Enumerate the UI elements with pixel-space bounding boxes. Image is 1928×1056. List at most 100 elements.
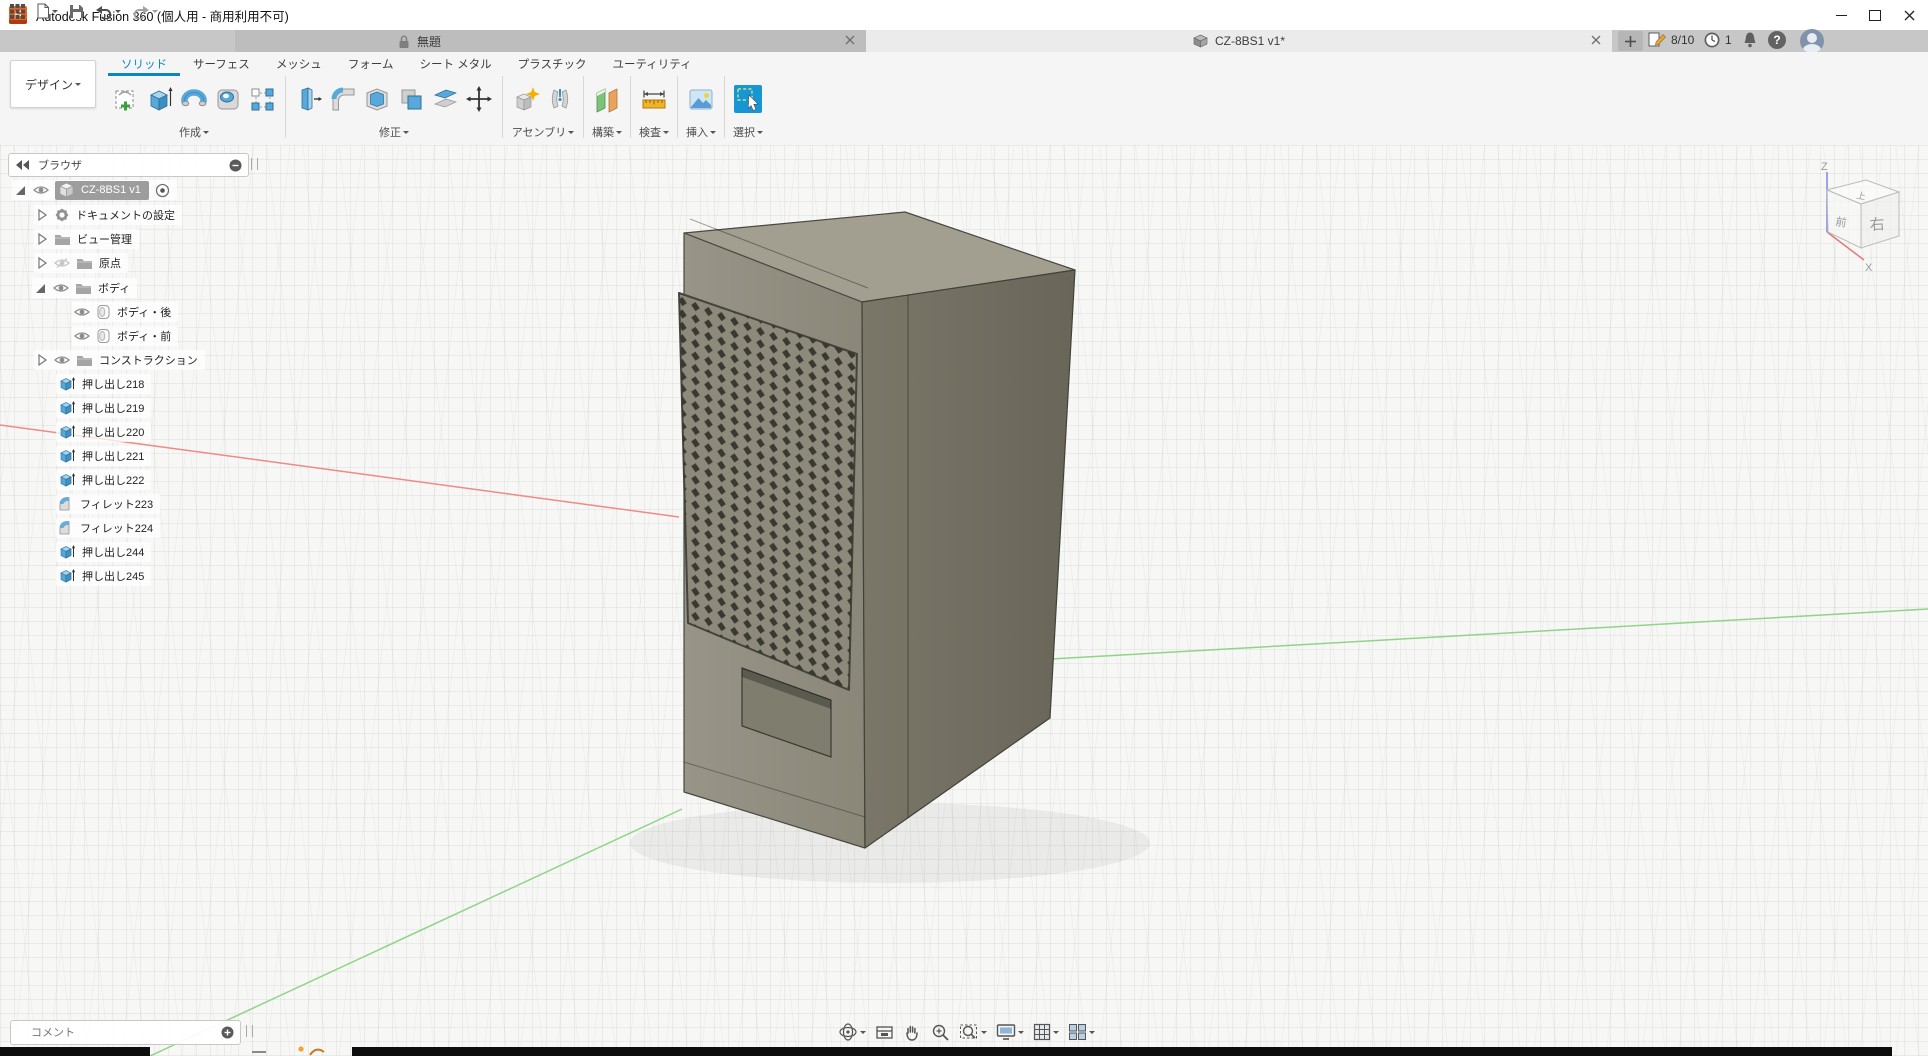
feature-item-extrude[interactable]: 押し出し221 (0, 446, 151, 466)
fit-button[interactable] (959, 1023, 987, 1042)
select-button[interactable] (731, 76, 765, 122)
create-sketch-button[interactable] (109, 76, 143, 122)
construction-plane-button[interactable] (590, 76, 624, 122)
tab-surface[interactable]: サーフェス (180, 54, 263, 76)
help-button[interactable]: ? (1768, 31, 1786, 49)
visibility-eye-icon[interactable] (33, 184, 49, 196)
timeline-bar[interactable] (352, 1047, 1892, 1056)
look-at-button[interactable] (875, 1024, 894, 1041)
display-settings-button[interactable] (996, 1023, 1024, 1041)
pattern-button[interactable] (245, 76, 279, 122)
collapsed-arrow-icon[interactable] (36, 353, 48, 367)
combine-button[interactable] (394, 76, 428, 122)
tab-form[interactable]: フォーム (335, 54, 407, 76)
tab-plastic[interactable]: プラスチック (505, 54, 600, 76)
comment-bar[interactable] (10, 1020, 241, 1045)
close-tab-button[interactable] (1591, 34, 1601, 48)
document-tab-untitled[interactable]: 無題 (235, 30, 866, 52)
comment-input[interactable] (11, 1026, 221, 1040)
new-tab-button[interactable] (1618, 31, 1643, 51)
visibility-eye-off-icon[interactable] (54, 257, 70, 269)
feature-item-extrude[interactable]: 押し出し244 (0, 542, 151, 562)
feature-item-extrude[interactable]: 押し出し218 (0, 374, 151, 394)
save-button[interactable] (67, 4, 86, 19)
undo-button[interactable] (93, 4, 123, 19)
feature-item-extrude[interactable]: 押し出し220 (0, 422, 151, 442)
document-tab-active[interactable]: CZ-8BS1 v1* (866, 30, 1612, 52)
create-menu[interactable]: 作成 (179, 124, 209, 140)
job-status-indicator[interactable]: 1 (1703, 31, 1732, 49)
timeline-feature-icons[interactable] (248, 1046, 348, 1056)
press-pull-button[interactable] (292, 76, 326, 122)
modify-menu[interactable]: 修正 (379, 124, 409, 140)
workspace-selector[interactable]: デザイン (10, 60, 96, 108)
visibility-eye-icon[interactable] (53, 282, 69, 294)
browser-item-body-front[interactable]: ボディ・前 (0, 326, 178, 346)
browser-item-origin[interactable]: 原点 (0, 253, 128, 273)
browser-item-component-root[interactable]: CZ-8BS1 v1 (0, 180, 177, 200)
insert-button[interactable] (684, 76, 718, 122)
browser-item-bodies-folder[interactable]: ボディ (0, 278, 137, 298)
tab-utilities[interactable]: ユーティリティ (599, 54, 704, 76)
browser-panel-header[interactable]: ブラウザ (8, 153, 249, 177)
fillet-button[interactable] (326, 76, 360, 122)
revolve-button[interactable] (177, 76, 211, 122)
tab-sheet-metal[interactable]: シート メタル (406, 54, 504, 76)
browser-item-construction[interactable]: コンストラクション (0, 350, 205, 370)
visibility-eye-icon[interactable] (74, 330, 90, 342)
assembly-menu[interactable]: アセンブリ (512, 124, 574, 140)
browser-resize-handle[interactable] (251, 158, 258, 170)
close-window-button[interactable] (1892, 0, 1926, 30)
add-comment-icon[interactable] (221, 1026, 234, 1039)
tab-solid[interactable]: ソリッド (108, 54, 180, 76)
measure-button[interactable] (637, 76, 671, 122)
construct-menu[interactable]: 構築 (592, 124, 622, 140)
collapsed-arrow-icon[interactable] (36, 256, 48, 270)
collapsed-arrow-icon[interactable] (36, 208, 48, 222)
shell-button[interactable] (360, 76, 394, 122)
app-grid-menu-button[interactable] (8, 4, 27, 19)
feature-item-extrude[interactable]: 押し出し245 (0, 566, 151, 586)
offset-face-button[interactable] (428, 76, 462, 122)
activate-radio-icon[interactable] (155, 183, 170, 198)
account-avatar[interactable] (1800, 29, 1824, 53)
tab-mesh[interactable]: メッシュ (263, 54, 335, 76)
extrude-button[interactable] (143, 76, 177, 122)
model-3d[interactable] (0, 145, 1928, 1056)
move-copy-button[interactable] (462, 76, 496, 122)
comment-bar-handle[interactable] (246, 1025, 253, 1037)
feature-item-fillet[interactable]: フィレット224 (0, 518, 160, 538)
zoom-button[interactable] (931, 1023, 950, 1042)
feature-item-fillet[interactable]: フィレット223 (0, 494, 160, 514)
grid-snap-button[interactable] (1033, 1023, 1059, 1041)
expanded-arrow-icon[interactable] (14, 184, 27, 197)
pan-button[interactable] (903, 1023, 922, 1042)
joint-button[interactable] (543, 76, 577, 122)
browser-item-named-views[interactable]: ビュー管理 (0, 229, 139, 249)
minimize-button[interactable] (1824, 0, 1858, 30)
collapsed-arrow-icon[interactable] (36, 232, 48, 246)
view-cube[interactable]: Z X 上 前 右 (1780, 160, 1928, 290)
maximize-button[interactable] (1858, 0, 1892, 30)
notifications-button[interactable] (1742, 31, 1758, 49)
expanded-arrow-icon[interactable] (34, 282, 47, 295)
visibility-eye-icon[interactable] (74, 306, 90, 318)
feature-item-extrude[interactable]: 押し出し219 (0, 398, 151, 418)
browser-item-body-rear[interactable]: ボディ・後 (0, 302, 178, 322)
insert-menu[interactable]: 挿入 (686, 124, 716, 140)
close-tab-button[interactable] (845, 34, 855, 48)
inspect-menu[interactable]: 検査 (639, 124, 669, 140)
hole-button[interactable] (211, 76, 245, 122)
feature-item-extrude[interactable]: 押し出し222 (0, 470, 151, 490)
edits-remaining-indicator[interactable]: 8/10 (1648, 31, 1694, 49)
file-menu-button[interactable] (34, 3, 60, 19)
select-menu[interactable]: 選択 (733, 124, 763, 140)
browser-item-document-settings[interactable]: ドキュメントの設定 (0, 205, 182, 225)
new-component-button[interactable] (509, 76, 543, 122)
selected-item[interactable]: CZ-8BS1 v1 (55, 181, 149, 200)
viewports-button[interactable] (1068, 1023, 1095, 1041)
panel-options-icon[interactable] (229, 159, 242, 172)
redo-button[interactable] (130, 4, 160, 19)
orbit-button[interactable] (838, 1022, 866, 1042)
visibility-eye-icon[interactable] (54, 354, 70, 366)
